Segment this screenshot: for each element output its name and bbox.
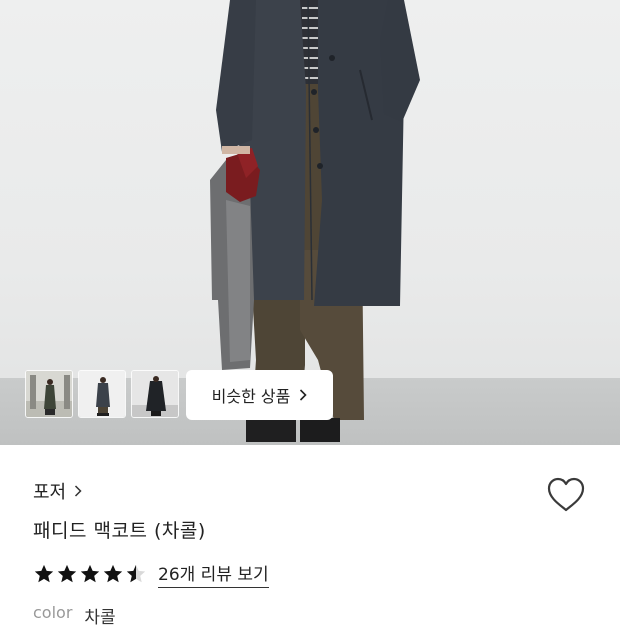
half-star-icon: [126, 564, 146, 583]
review-link[interactable]: 26개 리뷰 보기: [158, 560, 269, 588]
color-value: 차콜: [84, 608, 116, 628]
chevron-right-icon: [300, 389, 307, 401]
star-icon: [57, 564, 77, 583]
star-icon: [34, 564, 54, 583]
color-row: color 차콜: [33, 603, 116, 628]
star-rating: [33, 563, 147, 585]
thumbnail-2[interactable]: [78, 370, 126, 418]
thumbnail-1[interactable]: [25, 370, 73, 418]
chevron-right-icon: [75, 485, 82, 497]
star-icon: [103, 564, 123, 583]
heart-icon[interactable]: [546, 476, 586, 514]
brand-name: 포저: [33, 482, 67, 503]
thumbnail-3[interactable]: [131, 370, 179, 418]
color-label: color: [33, 603, 73, 622]
product-image[interactable]: 비슷한 상품: [0, 0, 620, 445]
thumbnail-list: [25, 370, 179, 418]
brand-link[interactable]: 포저: [33, 478, 82, 504]
rating-row: 26개 리뷰 보기: [33, 560, 269, 588]
similar-products-label: 비슷한 상품: [211, 387, 291, 406]
similar-products-button[interactable]: 비슷한 상품: [186, 370, 333, 420]
product-title: 패디드 맥코트 (차콜): [33, 520, 206, 542]
star-icon: [80, 564, 100, 583]
